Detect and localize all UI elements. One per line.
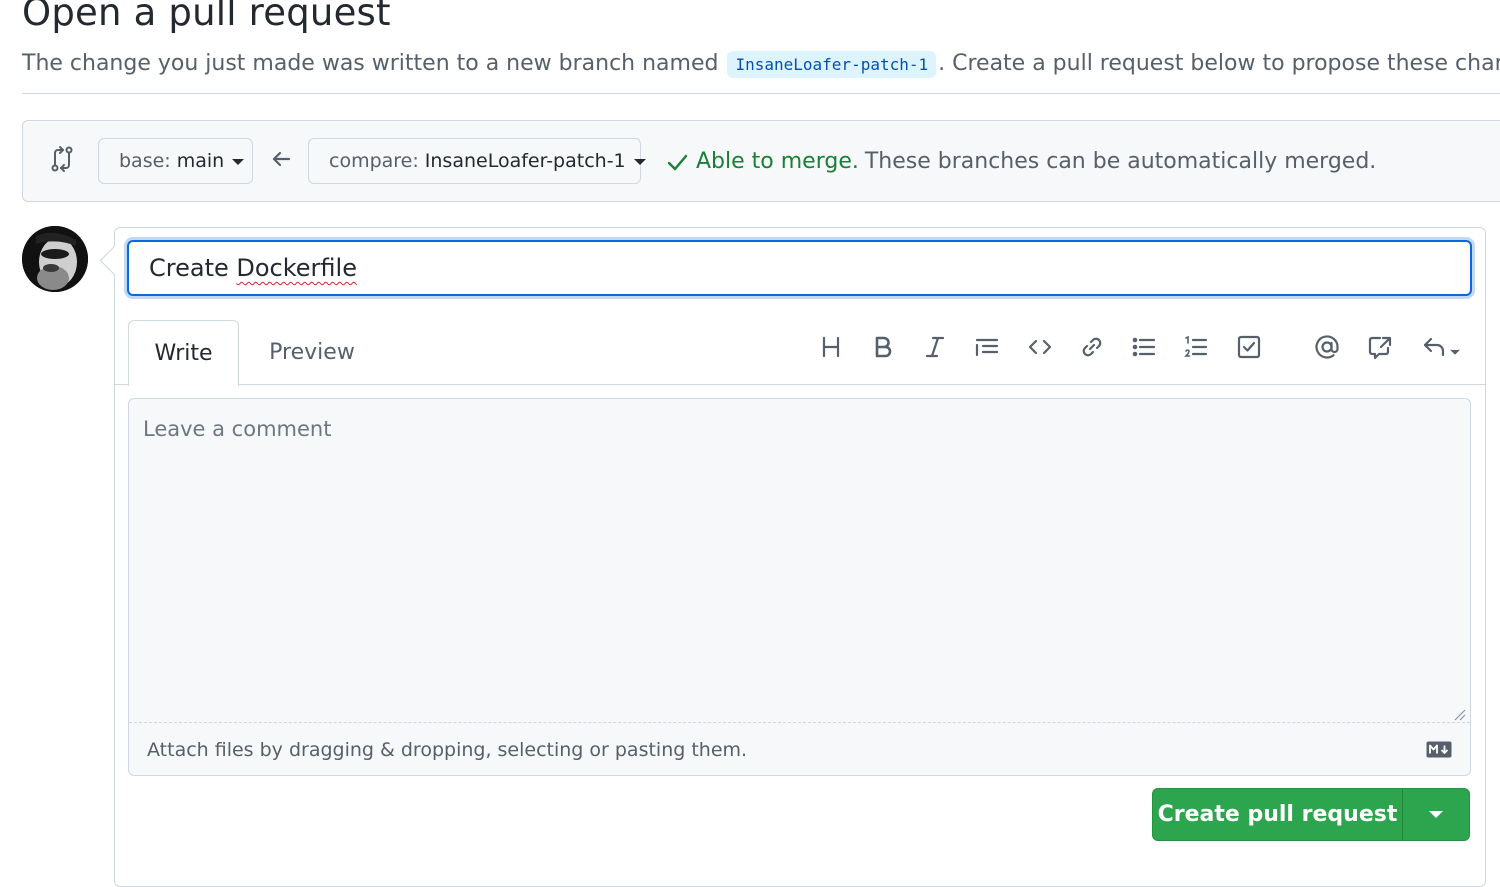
compare-branch-value: InsaneLoafer-patch-1: [424, 150, 626, 172]
reply-icon[interactable]: [1416, 329, 1466, 365]
avatar[interactable]: [22, 226, 88, 292]
tab-write[interactable]: Write: [128, 320, 239, 386]
ordered-list-icon[interactable]: [1178, 329, 1214, 365]
bold-icon[interactable]: [865, 329, 901, 365]
avatar-image: [22, 226, 88, 292]
comment-placeholder: Leave a comment: [143, 417, 332, 441]
attach-files-hint[interactable]: Attach files by dragging & dropping, sel…: [147, 735, 747, 765]
comment-textarea[interactable]: Leave a comment: [129, 399, 1470, 723]
italic-icon[interactable]: [917, 329, 953, 365]
check-icon: [667, 154, 688, 171]
compare-label: compare:: [329, 150, 419, 172]
base-branch-select[interactable]: base: main: [98, 138, 253, 184]
page-title: Open a pull request: [22, 0, 391, 34]
code-icon[interactable]: [1022, 329, 1058, 365]
subtitle-text-after: . Create a pull request below to propose…: [938, 51, 1500, 76]
task-list-icon[interactable]: [1231, 329, 1267, 365]
chevron-down-icon: [633, 159, 646, 165]
pr-title-input[interactable]: Create Dockerfile: [127, 240, 1472, 296]
branch-name-code: InsaneLoafer-patch-1: [727, 51, 937, 78]
pr-title-misspelled-word: Dockerfile: [236, 254, 357, 282]
heading-icon[interactable]: [813, 329, 849, 365]
chevron-down-icon: [1429, 811, 1443, 818]
arrow-left-icon: [272, 151, 291, 167]
cross-reference-icon[interactable]: [1362, 329, 1398, 365]
tab-preview[interactable]: Preview: [250, 320, 374, 385]
compare-branch-select[interactable]: compare: InsaneLoafer-patch-1: [308, 138, 646, 184]
merge-status-title: Able to merge.: [696, 149, 859, 174]
subtitle-text-before: The change you just made was written to …: [22, 51, 726, 76]
link-icon[interactable]: [1074, 329, 1110, 365]
merge-status-description: These branches can be automatically merg…: [864, 149, 1377, 174]
page-subtitle: The change you just made was written to …: [22, 47, 1500, 82]
markdown-icon[interactable]: [1426, 741, 1452, 758]
base-label: base:: [119, 150, 171, 172]
base-branch-value: main: [176, 150, 225, 172]
mention-icon[interactable]: [1309, 329, 1345, 365]
git-compare-icon: [51, 146, 73, 172]
resize-handle-icon[interactable]: [1452, 707, 1466, 721]
create-pull-request-button: Create pull request: [1152, 788, 1470, 841]
pr-title-text: Create: [149, 254, 237, 282]
create-options-dropdown[interactable]: [1403, 789, 1469, 840]
create-pull-request-main-button[interactable]: Create pull request: [1153, 789, 1402, 840]
unordered-list-icon[interactable]: [1126, 329, 1162, 365]
quote-icon[interactable]: [969, 329, 1005, 365]
merge-status: Able to merge. These branches can be aut…: [666, 145, 1376, 179]
chevron-down-icon: [232, 159, 245, 165]
header-divider: [22, 93, 1500, 94]
